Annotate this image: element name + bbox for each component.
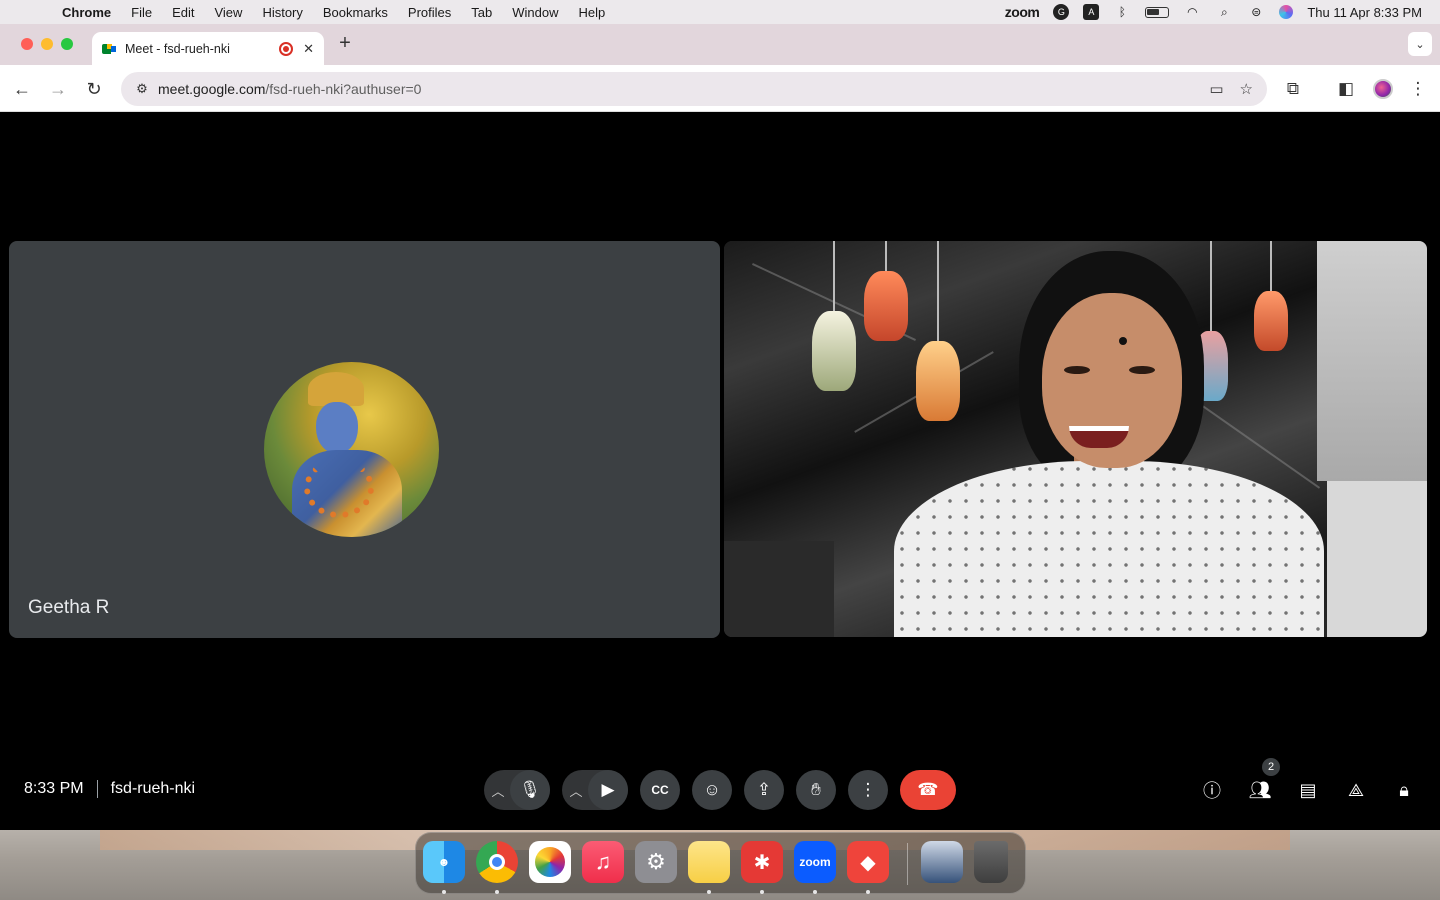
forward-button[interactable]: → xyxy=(45,76,71,102)
microphone-button[interactable]: 🎙︎ xyxy=(510,770,550,810)
dock-photos-icon[interactable] xyxy=(529,841,571,883)
participant-avatar xyxy=(264,362,439,537)
activities-button[interactable]: ⟁ xyxy=(1336,770,1376,810)
emoji-reaction-button[interactable]: ☺ xyxy=(692,770,732,810)
macos-menu-bar: Chrome File Edit View History Bookmarks … xyxy=(0,0,1440,24)
chat-button[interactable]: ▤ xyxy=(1288,770,1328,810)
spotlight-search-icon[interactable]: ⌕ xyxy=(1215,5,1233,19)
window-minimize-button[interactable] xyxy=(41,38,53,50)
new-tab-button[interactable]: + xyxy=(335,32,355,55)
menu-history[interactable]: History xyxy=(252,5,312,20)
dock-separator xyxy=(907,843,908,885)
menu-profiles[interactable]: Profiles xyxy=(398,5,461,20)
more-options-button[interactable]: ⋮ xyxy=(848,770,888,810)
dock-chrome-icon[interactable] xyxy=(476,841,518,883)
browser-tab-meet[interactable]: Meet - fsd-rueh-nki ✕ xyxy=(92,32,324,65)
captions-button[interactable]: CC xyxy=(640,770,680,810)
google-meet-favicon-icon xyxy=(102,42,116,56)
reload-button[interactable]: ↻ xyxy=(81,76,107,102)
extensions-icon[interactable]: ⧉ xyxy=(1280,76,1306,102)
meet-stage: Geetha R 8:33 PM fsd-rueh-nki ︿ 🎙︎ ︿ ▶︎ … xyxy=(0,112,1440,830)
window-zoom-button[interactable] xyxy=(61,38,73,50)
dock-finder-icon[interactable]: ☻ xyxy=(423,841,465,883)
present-screen-button[interactable]: ⇪ xyxy=(744,770,784,810)
raise-hand-button[interactable]: ✋︎ xyxy=(796,770,836,810)
browser-tab-strip: Meet - fsd-rueh-nki ✕ + ⌄ xyxy=(0,24,1440,65)
recording-indicator-icon xyxy=(279,41,294,56)
host-controls-button[interactable]: 🔒︎ xyxy=(1384,770,1424,810)
bookmark-star-icon[interactable]: ☆ xyxy=(1240,80,1253,98)
side-panel-icon[interactable]: ◧ xyxy=(1333,76,1359,102)
menu-tab[interactable]: Tab xyxy=(461,5,502,20)
menu-view[interactable]: View xyxy=(204,5,252,20)
dock-anydesk-icon[interactable]: ◆ xyxy=(847,841,889,883)
meeting-details-button[interactable]: ⓘ xyxy=(1192,770,1232,810)
menu-window[interactable]: Window xyxy=(502,5,568,20)
people-button[interactable]: 👥︎ xyxy=(1240,770,1280,810)
chrome-menu-icon[interactable]: ⋮ xyxy=(1405,76,1431,102)
menu-file[interactable]: File xyxy=(121,5,162,20)
back-button[interactable]: ← xyxy=(9,76,35,102)
people-count-badge: 2 xyxy=(1262,758,1280,776)
video-options-button[interactable]: ︿ xyxy=(564,770,588,810)
wifi-icon[interactable]: ◠ xyxy=(1183,5,1201,19)
menu-app-name[interactable]: Chrome xyxy=(52,5,121,20)
menu-bookmarks[interactable]: Bookmarks xyxy=(313,5,398,20)
macos-dock: ☻ ♫ ⚙ ✱ zoom ◆ xyxy=(415,832,1026,894)
tab-title: Meet - fsd-rueh-nki xyxy=(125,41,230,56)
profile-avatar[interactable] xyxy=(1370,76,1396,102)
dock-zoom-icon[interactable]: zoom xyxy=(794,841,836,883)
browser-toolbar: ← → ↻ ⚙ meet.google.com/fsd-rueh-nki?aut… xyxy=(0,65,1440,112)
audio-options-button[interactable]: ︿ xyxy=(486,770,510,810)
battery-icon[interactable] xyxy=(1145,6,1170,18)
app-status-icon[interactable]: A xyxy=(1083,4,1100,20)
dock-trash-icon[interactable] xyxy=(974,841,1008,883)
menu-edit[interactable]: Edit xyxy=(162,5,204,20)
camera-button[interactable]: ▶︎ xyxy=(588,770,628,810)
grammarly-icon[interactable]: G xyxy=(1053,4,1070,20)
address-bar[interactable]: ⚙ meet.google.com/fsd-rueh-nki?authuser=… xyxy=(121,72,1267,106)
url-path: /fsd-rueh-nki?authuser=0 xyxy=(265,81,422,97)
leave-call-button[interactable]: ☎︎ xyxy=(900,770,956,810)
siri-icon[interactable] xyxy=(1279,5,1294,19)
window-close-button[interactable] xyxy=(21,38,33,50)
dock-screenshot-folder-icon[interactable] xyxy=(921,841,963,883)
participant-tile-geetha[interactable]: Geetha R xyxy=(9,241,720,638)
menu-help[interactable]: Help xyxy=(569,5,616,20)
tab-search-button[interactable]: ⌄ xyxy=(1408,32,1432,56)
call-controls: ︿ 🎙︎ ︿ ▶︎ CC ☺ ⇪ ✋︎ ⋮ ☎︎ ⓘ 👥︎ ▤ ⟁ 🔒︎ xyxy=(0,770,1440,810)
bluetooth-icon[interactable]: ᛒ xyxy=(1113,5,1131,19)
control-center-icon[interactable]: ⊜ xyxy=(1247,5,1265,19)
participant-name-label: Geetha R xyxy=(28,597,110,618)
dock-music-icon[interactable]: ♫ xyxy=(582,841,624,883)
camera-in-use-icon[interactable]: ▭ xyxy=(1209,80,1223,98)
dock-xmind-icon[interactable]: ✱ xyxy=(741,841,783,883)
url-domain: meet.google.com xyxy=(158,81,266,97)
participant-video-tile[interactable] xyxy=(724,241,1427,637)
dock-system-settings-icon[interactable]: ⚙ xyxy=(635,841,677,883)
site-info-icon[interactable]: ⚙ xyxy=(131,78,153,100)
menubar-clock[interactable]: Thu 11 Apr 8:33 PM xyxy=(1307,5,1422,20)
tab-close-icon[interactable]: ✕ xyxy=(303,41,314,57)
dock-notes-icon[interactable] xyxy=(688,841,730,883)
zoom-status-item[interactable]: zoom xyxy=(1005,4,1040,20)
